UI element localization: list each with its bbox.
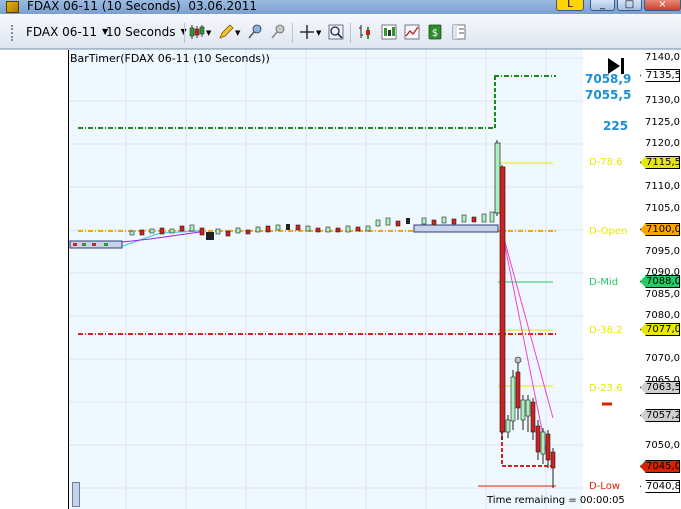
level-label: D-Open — [589, 226, 628, 237]
level-label: D-Low — [589, 481, 621, 492]
axis-tick: 7070,0 — [645, 353, 680, 364]
level-label: D-38.2 — [589, 325, 623, 336]
scroll-handle[interactable] — [72, 482, 80, 507]
indicator-label: BarTimer(FDAX 06-11 (10 Seconds)) — [70, 52, 270, 65]
axis-tick: 7130,0 — [645, 95, 680, 106]
price-tag: 7057,2 — [640, 409, 680, 422]
axis-tick: 7080,0 — [645, 310, 680, 321]
axis-tick: 7085,0 — [645, 289, 680, 300]
price-tag: 7063,5 — [640, 381, 680, 394]
grid — [68, 50, 583, 509]
marker-dot — [514, 356, 522, 364]
level-label: D-Mid — [589, 277, 619, 288]
price-tag: 7100,0 — [640, 223, 680, 236]
axis-tick: 7120,0 — [645, 138, 680, 149]
price-tag: 7088,0 — [640, 275, 680, 288]
time-remaining-label: Time remaining = 00:00:05 — [487, 495, 625, 506]
current-value: 7055,5 — [585, 88, 632, 102]
down-candle — [499, 166, 506, 433]
trend-line — [501, 230, 554, 419]
high-value: 7058,9 — [585, 72, 632, 86]
up-candle — [494, 142, 501, 214]
price-tag: 7115,5 — [640, 156, 680, 169]
axis-tick: 7140,0 — [645, 52, 680, 63]
axis-tick: 7095,0 — [645, 246, 680, 257]
price-tag: 7077,0 — [640, 323, 680, 336]
price-tag: 7135,5 — [640, 69, 680, 82]
axis-tick: 7110,0 — [645, 181, 680, 192]
price-tag: 7040,8 — [640, 480, 680, 493]
price-tag: 7045,0 — [640, 460, 680, 473]
level-label: D-23.6 — [589, 383, 623, 394]
axis-tick: 7125,0 — [645, 117, 680, 128]
chart-plot — [68, 50, 612, 509]
range-value: 225 — [603, 119, 629, 133]
level-label: D-78.6 — [589, 157, 623, 168]
axis-tick: 7105,0 — [645, 203, 680, 214]
axis-tick: 7050,0 — [645, 440, 680, 451]
